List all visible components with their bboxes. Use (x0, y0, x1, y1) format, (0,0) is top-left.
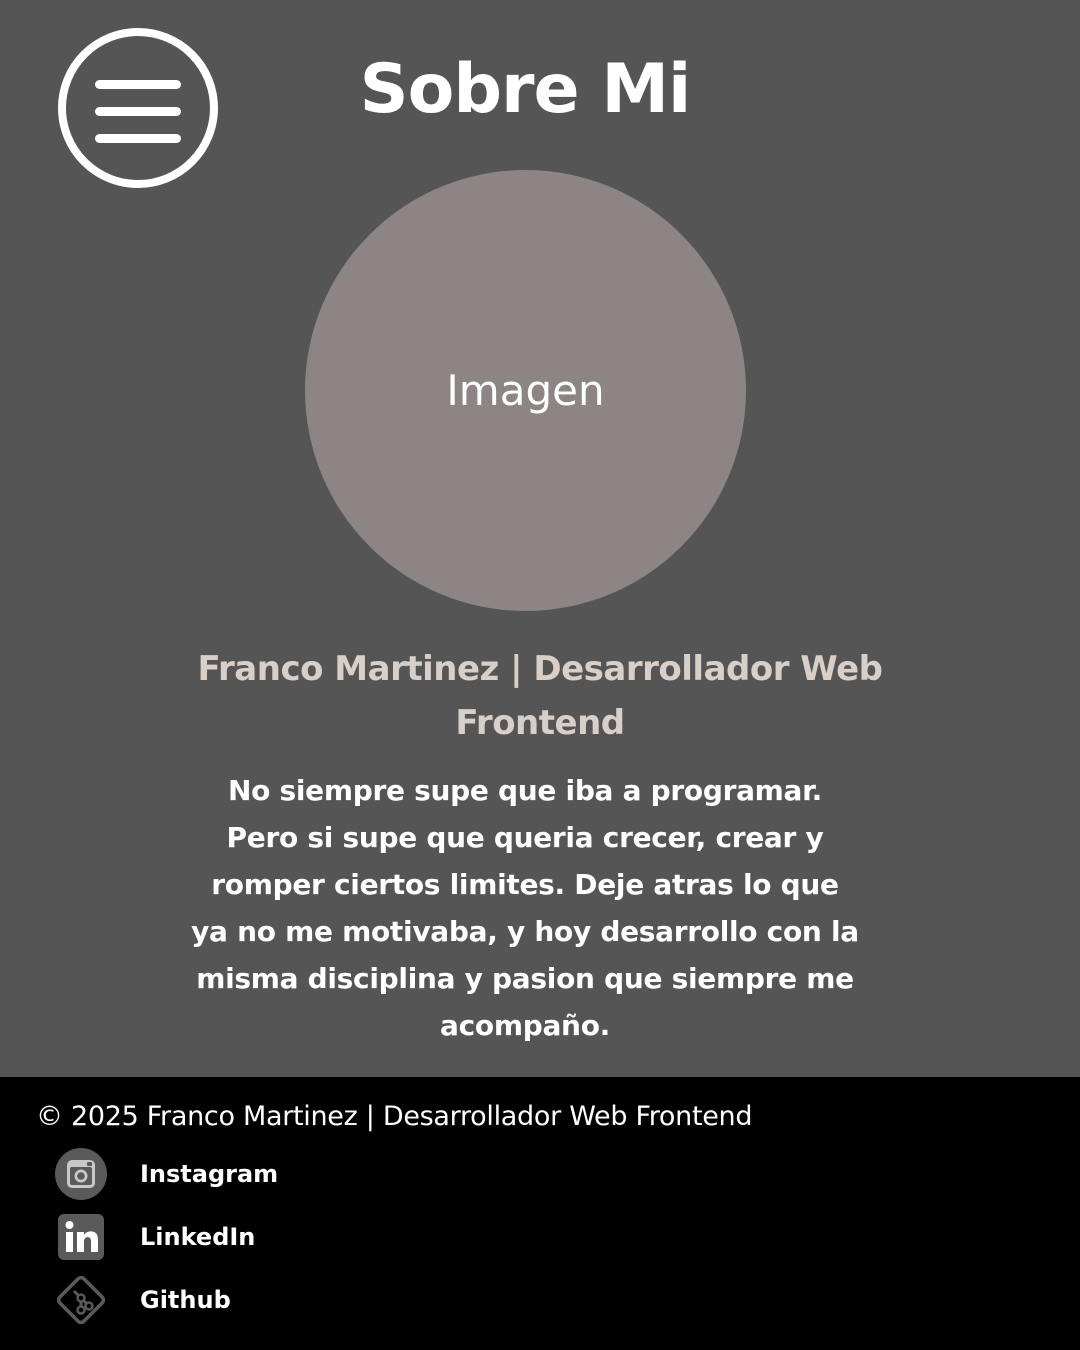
copyright-text: © 2025 Franco Martinez | Desarrollador W… (36, 1101, 753, 1132)
page-title: Sobre Mi (359, 50, 692, 129)
menu-bar-bottom (95, 134, 181, 143)
linkedin-label: LinkedIn (140, 1223, 256, 1251)
about-section: Sobre Mi Imagen Franco Martinez | Desarr… (0, 0, 1080, 1077)
avatar: Imagen (305, 170, 746, 611)
github-link[interactable]: Github (54, 1273, 231, 1327)
linkedin-icon (54, 1210, 108, 1264)
avatar-placeholder-text: Imagen (446, 366, 605, 415)
linkedin-link[interactable]: LinkedIn (54, 1210, 255, 1264)
instagram-label: Instagram (140, 1160, 279, 1188)
github-label: Github (140, 1286, 231, 1314)
footer: © 2025 Franco Martinez | Desarrollador W… (0, 1077, 1080, 1350)
profile-headline: Franco Martinez | Desarrollador Web Fron… (197, 649, 883, 743)
profile-bio: No siempre supe que iba a programar. Per… (191, 774, 859, 1042)
instagram-icon (54, 1147, 108, 1201)
git-icon (54, 1273, 108, 1327)
page: Sobre Mi Imagen Franco Martinez | Desarr… (0, 0, 1080, 1350)
instagram-link[interactable]: Instagram (54, 1147, 278, 1201)
